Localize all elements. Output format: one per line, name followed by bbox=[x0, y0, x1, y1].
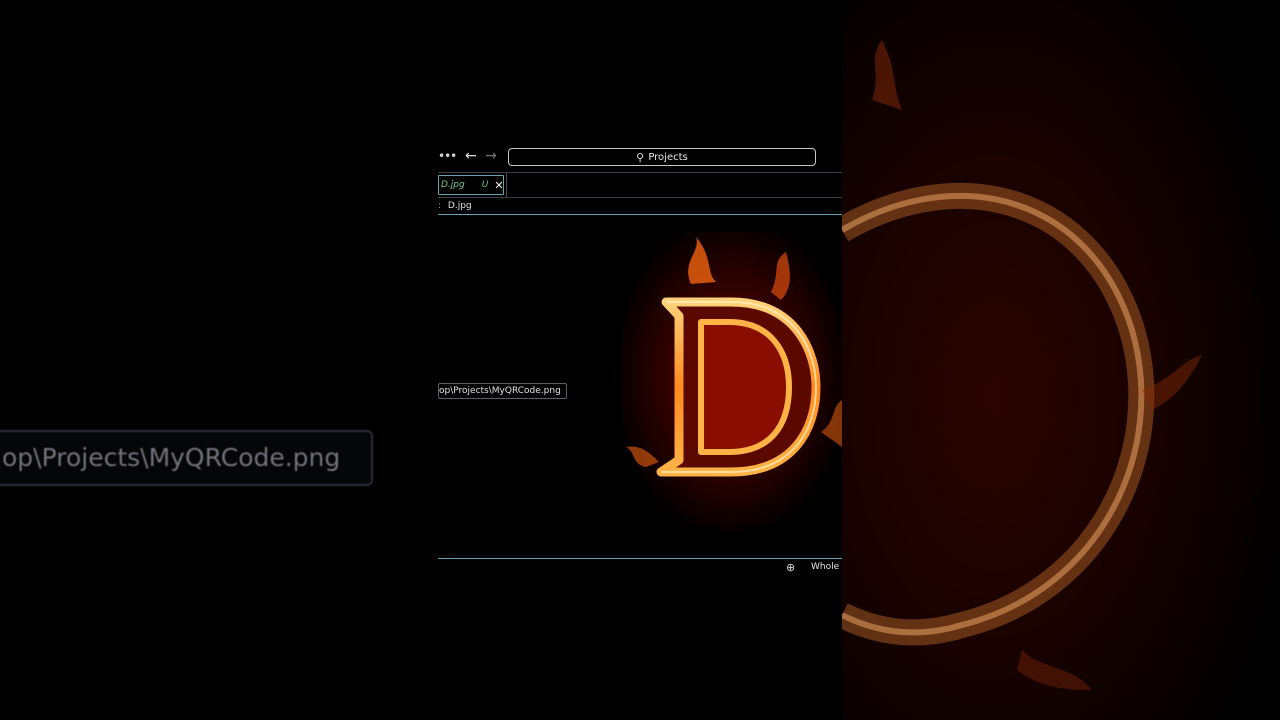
breadcrumb-separator: : bbox=[438, 201, 442, 211]
fire-letter-image bbox=[621, 232, 842, 532]
status-bar: ⊕ Whole I bbox=[438, 558, 842, 576]
arrow-left-icon[interactable]: ← bbox=[465, 148, 477, 164]
editor-window: ••• ← → ⚲ Projects D.jpg U ✕ : D.jpg op\… bbox=[438, 142, 842, 578]
command-center-search[interactable]: ⚲ Projects bbox=[508, 148, 816, 166]
tab-bar: D.jpg U ✕ bbox=[438, 172, 842, 198]
search-label: Projects bbox=[648, 151, 688, 163]
tab-d-jpg[interactable]: D.jpg U ✕ bbox=[438, 175, 504, 195]
path-tooltip: op\Projects\MyQRCode.png bbox=[438, 383, 567, 399]
close-icon[interactable]: ✕ bbox=[494, 179, 503, 192]
search-icon: ⚲ bbox=[636, 150, 645, 164]
zoom-level-label[interactable]: Whole I bbox=[811, 562, 842, 572]
image-editor-area: op\Projects\MyQRCode.png bbox=[438, 215, 842, 559]
untracked-badge: U bbox=[481, 180, 489, 190]
breadcrumb: : D.jpg bbox=[438, 198, 842, 215]
zoomed-fire-backdrop bbox=[842, 0, 1280, 720]
blurred-path-tooltip: op\Projects\MyQRCode.png bbox=[0, 430, 373, 486]
arrow-right-icon[interactable]: → bbox=[485, 148, 497, 164]
screen: op\Projects\MyQRCode.png ••• ← → ⚲ Proje… bbox=[0, 0, 1280, 720]
breadcrumb-file[interactable]: D.jpg bbox=[448, 201, 472, 211]
more-actions-icon[interactable]: ••• bbox=[438, 149, 457, 163]
tab-divider bbox=[506, 173, 507, 197]
left-blurred-backdrop: op\Projects\MyQRCode.png bbox=[0, 0, 438, 720]
tab-label: D.jpg bbox=[441, 180, 465, 190]
zoom-in-icon[interactable]: ⊕ bbox=[786, 561, 795, 574]
title-bar: ••• ← → ⚲ Projects bbox=[438, 142, 842, 172]
